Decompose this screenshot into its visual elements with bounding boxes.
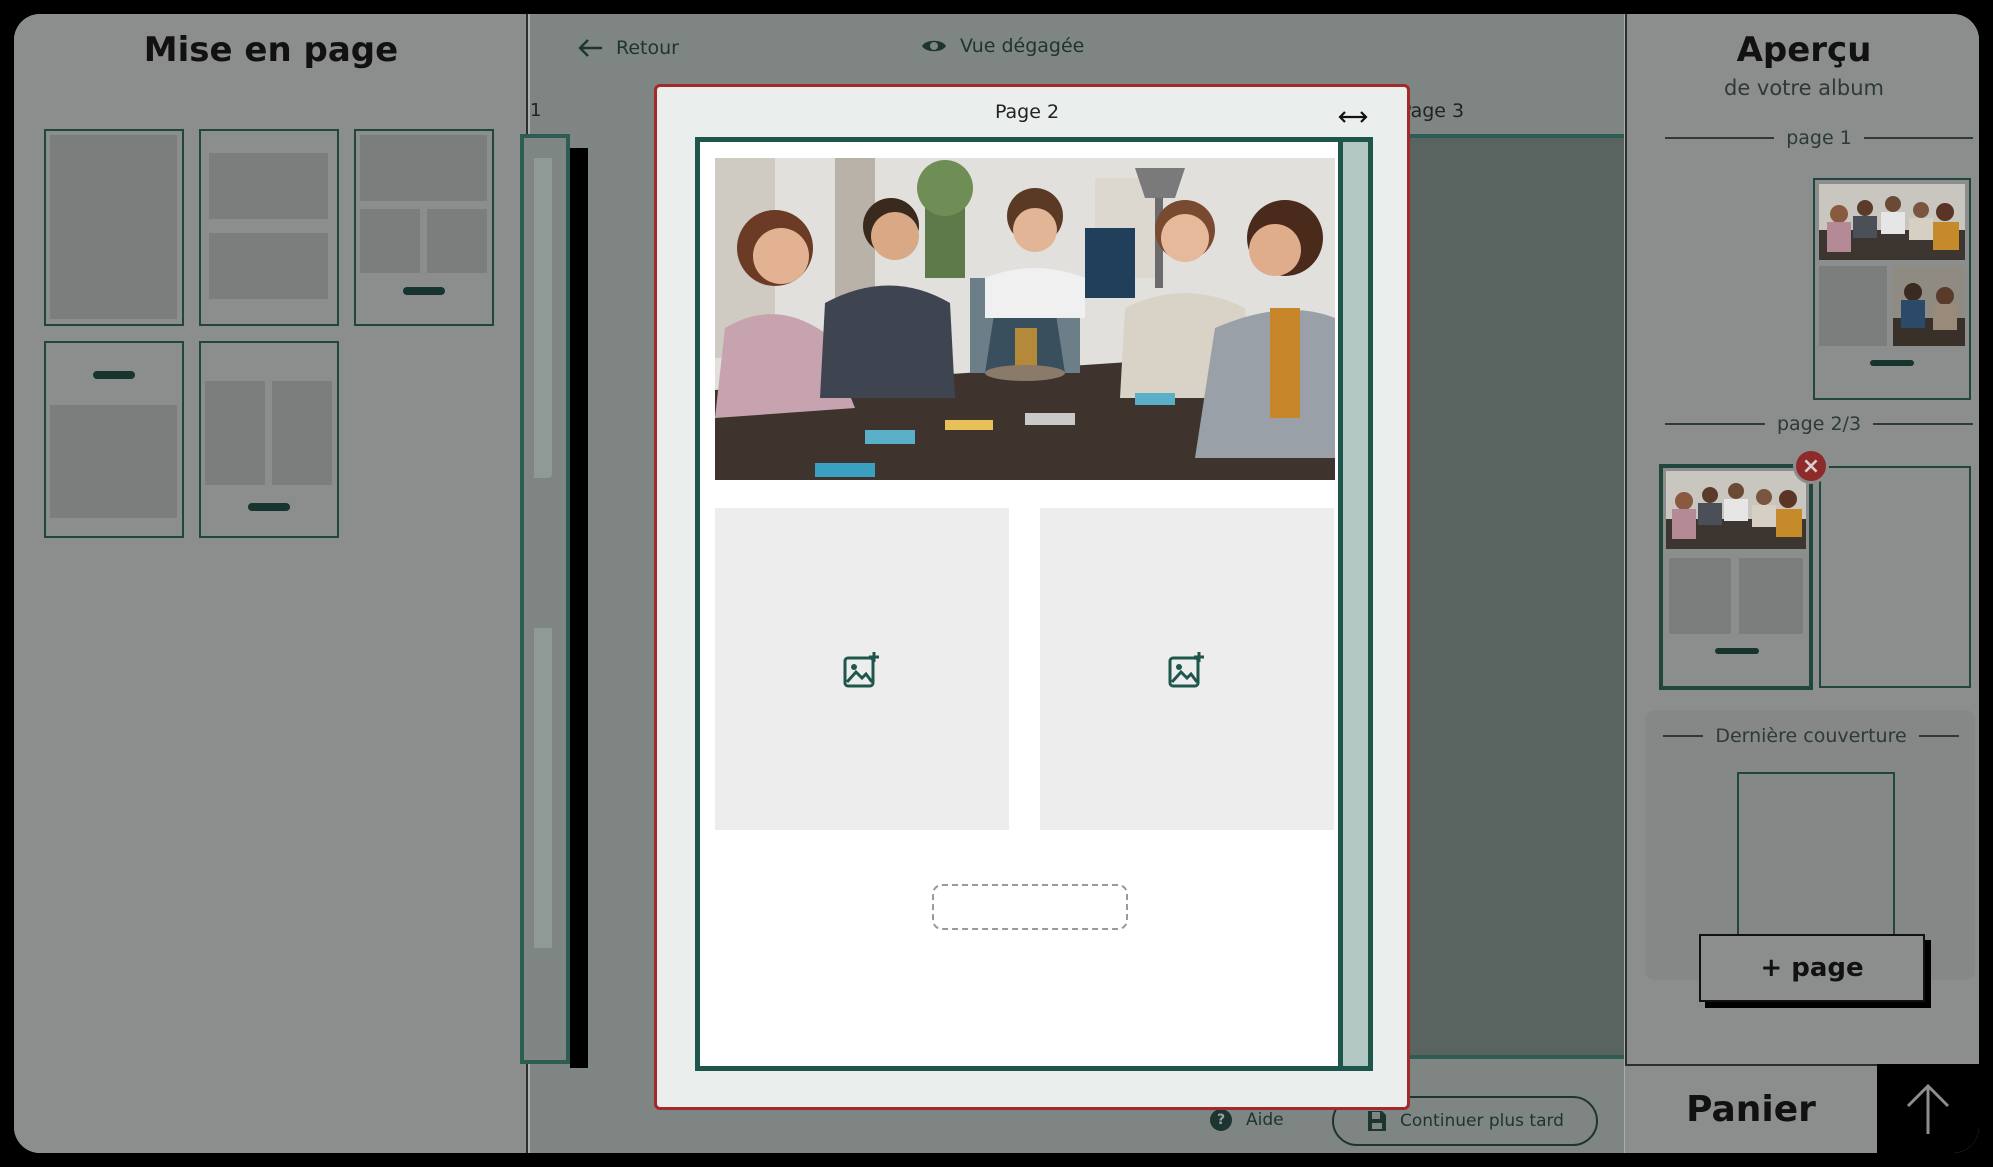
preview-page-3[interactable] xyxy=(1819,466,1971,688)
help-icon: ? xyxy=(1210,1109,1232,1131)
layout-block xyxy=(360,209,420,273)
clear-view-button[interactable]: Vue dégagée xyxy=(920,26,1084,66)
page-editor-modal: Page 2 xyxy=(654,84,1410,1110)
floppy-icon xyxy=(1368,1111,1387,1131)
caption-bar xyxy=(403,287,445,295)
layout-block xyxy=(427,209,487,273)
caption-bar xyxy=(248,503,290,511)
arrow-left-icon xyxy=(578,39,602,57)
section-page23-label: page 2/3 xyxy=(1776,413,1862,435)
layout-block xyxy=(272,381,332,485)
close-icon[interactable]: × xyxy=(1793,448,1829,484)
section-cover-label: Dernière couverture xyxy=(1715,725,1907,747)
board-game-photo xyxy=(715,158,1335,480)
preview-photo xyxy=(1819,184,1965,260)
layout-block xyxy=(50,405,177,518)
layout-option-full[interactable] xyxy=(44,129,184,326)
divider xyxy=(1665,137,1775,139)
cart-button[interactable]: Panier xyxy=(1625,1064,1877,1153)
scroll-up-button[interactable] xyxy=(1877,1064,1979,1153)
page-left-label: 1 xyxy=(530,100,542,121)
section-page1: page 1 xyxy=(1665,126,1973,150)
preview-subtitle: de votre album xyxy=(1723,76,1884,100)
image-add-icon xyxy=(1168,652,1204,688)
divider xyxy=(1663,735,1704,737)
divider xyxy=(1918,735,1959,737)
clear-view-label: Vue dégagée xyxy=(960,35,1085,57)
layout-block xyxy=(360,135,487,201)
layout-panel: Mise en page xyxy=(14,14,528,1153)
caption-bar xyxy=(93,371,135,379)
photo-slot-right[interactable] xyxy=(1040,508,1334,830)
layout-option-caption-top[interactable] xyxy=(44,341,184,538)
background-photo-strip xyxy=(534,158,552,478)
back-label: Retour xyxy=(616,37,679,59)
last-cover-preview[interactable] xyxy=(1737,772,1895,942)
page-gutter xyxy=(1338,142,1368,1066)
preview-photo-slot xyxy=(1739,558,1803,634)
back-button[interactable]: Retour xyxy=(578,28,679,68)
arrow-up-icon xyxy=(1906,1083,1950,1134)
section-page1-label: page 1 xyxy=(1786,127,1852,149)
divider xyxy=(1665,423,1765,425)
layout-panel-title: Mise en page xyxy=(143,30,399,70)
modal-title: Page 2 xyxy=(994,101,1060,123)
layout-option-two-rows[interactable] xyxy=(199,129,339,326)
resize-horizontal-icon[interactable] xyxy=(1335,105,1371,129)
layout-block xyxy=(205,381,265,485)
caption-bar xyxy=(1715,648,1759,654)
caption-input[interactable] xyxy=(932,884,1128,930)
page-sheet xyxy=(695,137,1373,1071)
preview-title: Aperçu xyxy=(1736,30,1872,70)
eye-icon xyxy=(922,40,946,52)
layout-block xyxy=(209,153,328,219)
divider xyxy=(1873,423,1974,425)
divider xyxy=(1863,137,1973,139)
layout-block xyxy=(50,135,177,319)
layout-block xyxy=(209,233,328,299)
preview-page-2[interactable] xyxy=(1659,464,1813,690)
background-page-left xyxy=(520,134,588,1068)
section-cover: Dernière couverture xyxy=(1663,724,1959,748)
image-add-icon xyxy=(843,652,879,688)
page-shadow xyxy=(570,148,588,1068)
preview-page-1[interactable] xyxy=(1813,178,1971,400)
preview-panel: Aperçu de votre album page 1 page 2/3 × … xyxy=(1625,14,1979,1153)
help-label: Aide xyxy=(1246,1110,1284,1130)
add-page-button[interactable]: + page xyxy=(1699,934,1925,1002)
app-frame: Mise en page Retour Vue dégagée 1 Page 3… xyxy=(14,14,1979,1153)
caption-bar xyxy=(1870,360,1914,366)
preview-photo xyxy=(1893,266,1965,346)
layout-option-one-two-caption[interactable] xyxy=(354,129,494,326)
layout-options xyxy=(44,129,504,549)
background-photo-strip xyxy=(534,628,552,948)
preview-photo-slot xyxy=(1819,266,1887,346)
main-photo[interactable] xyxy=(715,158,1335,480)
continue-later-label: Continuer plus tard xyxy=(1400,1111,1564,1131)
layout-option-two-columns-caption[interactable] xyxy=(199,341,339,538)
preview-photo-slot xyxy=(1669,558,1731,634)
section-page23: page 2/3 xyxy=(1665,412,1974,436)
help-button[interactable]: ? Aide xyxy=(1210,1109,1284,1131)
preview-photo xyxy=(1666,471,1806,549)
photo-slot-left[interactable] xyxy=(715,508,1009,830)
